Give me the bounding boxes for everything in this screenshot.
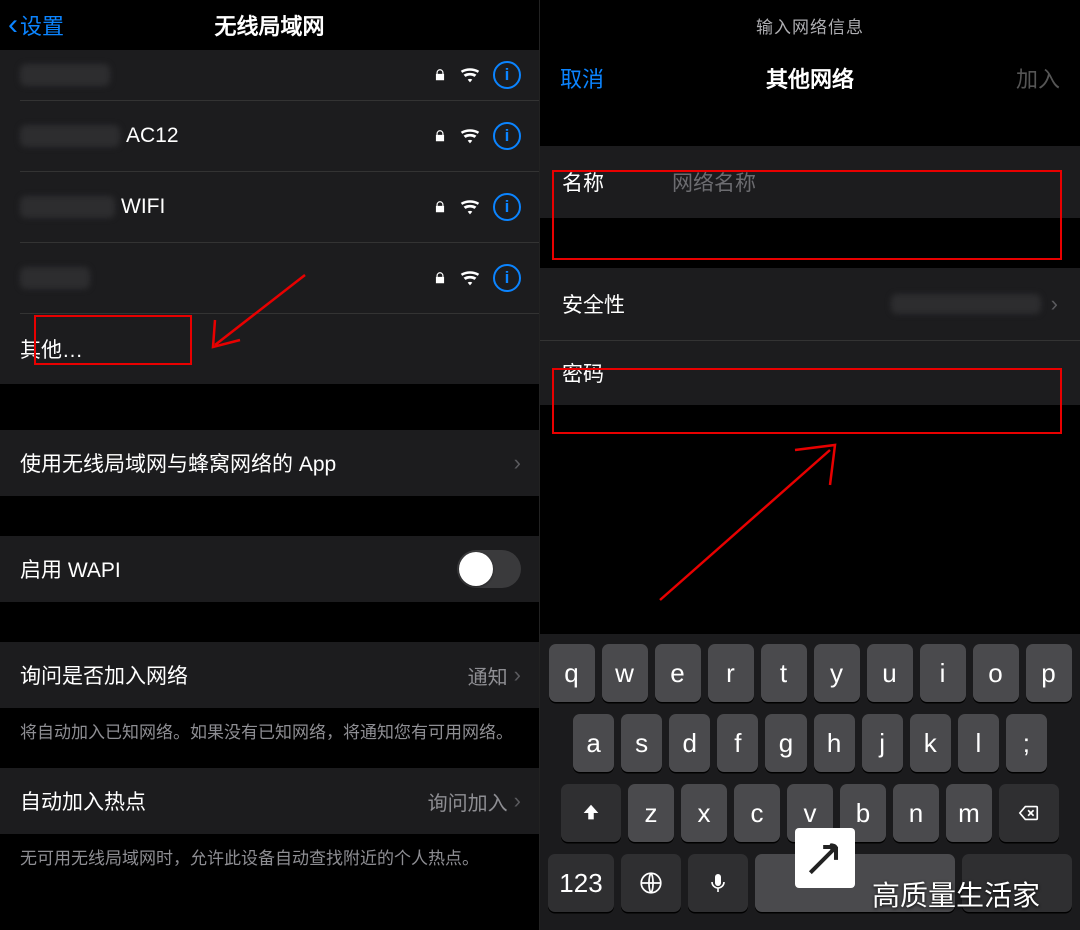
sheet-nav: 取消 其他网络 加入 — [540, 50, 1080, 106]
lock-icon — [433, 67, 447, 83]
nav-header: ‹ 设置 无线局域网 — [0, 0, 539, 50]
key-globe[interactable] — [621, 854, 681, 912]
page-title: 无线局域网 — [214, 9, 324, 41]
wifi-network-row[interactable]: AC12 i — [0, 101, 539, 171]
wifi-network-row[interactable]: i — [0, 50, 539, 100]
key-z[interactable]: z — [628, 784, 674, 842]
key-n[interactable]: n — [893, 784, 939, 842]
wifi-icon — [459, 64, 481, 86]
back-label: 设置 — [20, 9, 64, 41]
key-w[interactable]: w — [602, 644, 648, 702]
wifi-icon — [459, 196, 481, 218]
wifi-name-suffix: AC12 — [126, 124, 179, 148]
wifi-name-blurred — [20, 125, 120, 147]
key-e[interactable]: e — [655, 644, 701, 702]
key-x[interactable]: x — [681, 784, 727, 842]
wapi-label: 启用 WAPI — [20, 554, 457, 584]
other-label: 其他… — [20, 334, 521, 364]
wapi-toggle[interactable] — [457, 550, 521, 588]
key-r[interactable]: r — [708, 644, 754, 702]
chevron-right-icon: › — [514, 788, 521, 814]
key-;[interactable]: ; — [1006, 714, 1047, 772]
password-label: 密码 — [562, 358, 672, 388]
key-k[interactable]: k — [910, 714, 951, 772]
wifi-icon — [459, 125, 481, 147]
network-name-row[interactable]: 名称 网络名称 — [540, 146, 1080, 218]
auto-hotspot-value: 询问加入 — [428, 787, 508, 816]
key-h[interactable]: h — [814, 714, 855, 772]
key-u[interactable]: u — [867, 644, 913, 702]
security-row[interactable]: 安全性 › — [540, 268, 1080, 340]
key-space[interactable] — [755, 854, 955, 912]
key-mic[interactable] — [688, 854, 748, 912]
info-icon[interactable]: i — [493, 193, 521, 221]
join-button[interactable]: 加入 — [1016, 62, 1060, 94]
key-d[interactable]: d — [669, 714, 710, 772]
password-row[interactable]: 密码 — [540, 341, 1080, 405]
keyboard: qwertyuiop asdfghjkl; zxcvbnm 123 — [540, 634, 1080, 930]
key-o[interactable]: o — [973, 644, 1019, 702]
annotation-arrow-icon — [640, 430, 860, 610]
auto-hotspot-footer: 无可用无线局域网时，允许此设备自动查找附近的个人热点。 — [0, 834, 539, 894]
info-icon[interactable]: i — [493, 122, 521, 150]
auto-hotspot-label: 自动加入热点 — [20, 786, 428, 816]
wifi-network-row[interactable]: WIFI i — [0, 172, 539, 242]
key-b[interactable]: b — [840, 784, 886, 842]
key-123[interactable]: 123 — [548, 854, 614, 912]
key-return[interactable] — [962, 854, 1072, 912]
chevron-right-icon: › — [514, 662, 521, 688]
apps-using-wlan-row[interactable]: 使用无线局域网与蜂窝网络的 App › — [0, 430, 539, 496]
wifi-settings-screen: ‹ 设置 无线局域网 i AC12 — [0, 0, 540, 930]
info-icon[interactable]: i — [493, 264, 521, 292]
security-value-blurred — [891, 294, 1041, 314]
sheet-title: 其他网络 — [766, 62, 854, 94]
wifi-name-blurred — [20, 196, 115, 218]
chevron-left-icon: ‹ — [8, 10, 18, 40]
key-s[interactable]: s — [621, 714, 662, 772]
chevron-right-icon: › — [1051, 291, 1058, 317]
key-t[interactable]: t — [761, 644, 807, 702]
key-l[interactable]: l — [958, 714, 999, 772]
wapi-row: 启用 WAPI — [0, 536, 539, 602]
ask-join-value: 通知 — [468, 661, 508, 690]
wifi-icon — [459, 267, 481, 289]
lock-icon — [433, 270, 447, 286]
back-button[interactable]: ‹ 设置 — [8, 0, 64, 50]
key-j[interactable]: j — [862, 714, 903, 772]
key-v[interactable]: v — [787, 784, 833, 842]
wifi-name-blurred — [20, 64, 110, 86]
key-c[interactable]: c — [734, 784, 780, 842]
key-p[interactable]: p — [1026, 644, 1072, 702]
ask-join-label: 询问是否加入网络 — [20, 660, 468, 690]
key-m[interactable]: m — [946, 784, 992, 842]
other-network-row[interactable]: 其他… — [0, 314, 539, 384]
ask-join-footer: 将自动加入已知网络。如果没有已知网络，将通知您有可用网络。 — [0, 708, 539, 768]
auto-hotspot-row[interactable]: 自动加入热点 询问加入 › — [0, 768, 539, 834]
info-icon[interactable]: i — [493, 61, 521, 89]
wifi-name-suffix: WIFI — [121, 195, 165, 219]
key-q[interactable]: q — [549, 644, 595, 702]
wifi-name-blurred — [20, 267, 90, 289]
sheet-subtitle: 输入网络信息 — [540, 0, 1080, 50]
key-g[interactable]: g — [765, 714, 806, 772]
name-label: 名称 — [562, 167, 672, 197]
key-f[interactable]: f — [717, 714, 758, 772]
chevron-right-icon: › — [514, 450, 521, 476]
key-backspace[interactable] — [999, 784, 1059, 842]
lock-icon — [433, 128, 447, 144]
other-network-screen: 输入网络信息 取消 其他网络 加入 名称 网络名称 安全性 › 密码 — [540, 0, 1080, 930]
name-input[interactable]: 网络名称 — [672, 167, 756, 197]
security-label: 安全性 — [562, 289, 672, 319]
key-y[interactable]: y — [814, 644, 860, 702]
lock-icon — [433, 199, 447, 215]
key-shift[interactable] — [561, 784, 621, 842]
apps-label: 使用无线局域网与蜂窝网络的 App — [20, 448, 514, 478]
ask-join-row[interactable]: 询问是否加入网络 通知 › — [0, 642, 539, 708]
key-a[interactable]: a — [573, 714, 614, 772]
wifi-network-row[interactable]: i — [0, 243, 539, 313]
cancel-button[interactable]: 取消 — [560, 62, 604, 94]
key-i[interactable]: i — [920, 644, 966, 702]
